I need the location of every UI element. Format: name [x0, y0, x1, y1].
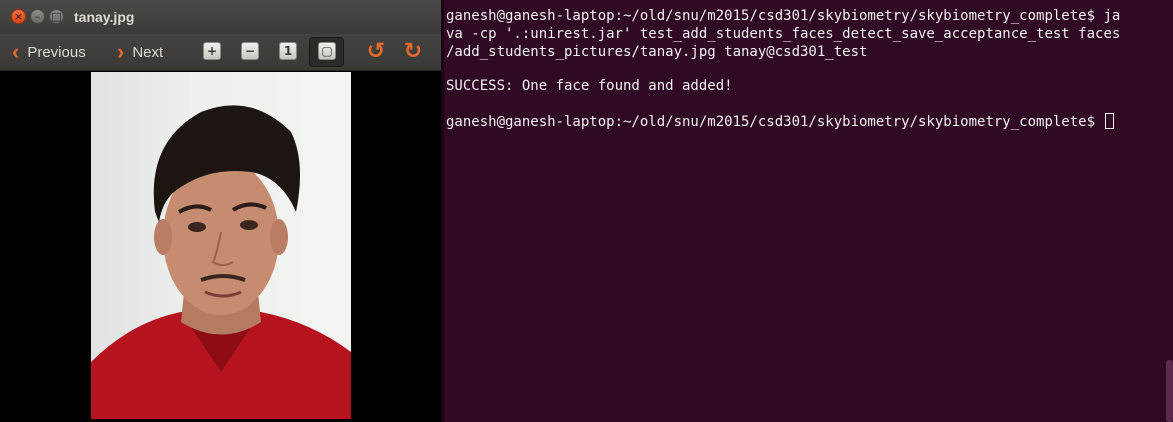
terminal-scrollbar[interactable] [1166, 360, 1173, 422]
zoom-out-icon[interactable]: − [241, 42, 259, 60]
normal-size-icon[interactable]: 1 [279, 42, 297, 60]
chevron-right-icon: › [117, 39, 125, 64]
terminal-prompt-line[interactable]: ganesh@ganesh-laptop:~/old/snu/m2015/csd… [446, 113, 1115, 131]
terminal-success-line: SUCCESS: One face found and added! [446, 78, 733, 94]
previous-button[interactable]: ‹ Previous [12, 40, 86, 64]
close-window-icon[interactable]: × [11, 9, 26, 24]
image-viewer-window: × – □ tanay.jpg ‹ Previous › Next + − 1 … [0, 0, 441, 422]
viewer-toolbar: ‹ Previous › Next + − 1 ▢ ↺ ↻ [0, 34, 441, 71]
terminal-line: /add_students_pictures/tanay.jpg tanay@c… [446, 44, 868, 60]
terminal-prompt: ganesh@ganesh-laptop:~/old/snu/m2015/csd… [446, 114, 1104, 130]
terminal-line: ganesh@ganesh-laptop:~/old/snu/m2015/csd… [446, 8, 1121, 24]
window-title: tanay.jpg [74, 9, 135, 25]
portrait-image [91, 105, 351, 419]
rotate-right-icon[interactable]: ↻ [401, 40, 425, 64]
next-label: Next [132, 43, 164, 61]
previous-label: Previous [27, 43, 86, 61]
minimize-window-icon[interactable]: – [30, 9, 45, 24]
chevron-left-icon: ‹ [12, 39, 20, 64]
rotate-left-icon[interactable]: ↺ [364, 40, 388, 64]
terminal-cursor [1105, 113, 1115, 129]
best-fit-icon[interactable]: ▢ [318, 42, 336, 60]
viewer-titlebar[interactable]: × – □ tanay.jpg [0, 0, 441, 34]
maximize-window-icon[interactable]: □ [49, 9, 64, 24]
zoom-in-icon[interactable]: + [203, 42, 221, 60]
displayed-photo [91, 72, 351, 419]
terminal-window[interactable]: ganesh@ganesh-laptop:~/old/snu/m2015/csd… [444, 0, 1173, 422]
terminal-line: va -cp '.:unirest.jar' test_add_students… [446, 26, 1121, 42]
next-button[interactable]: › Next [117, 40, 163, 64]
